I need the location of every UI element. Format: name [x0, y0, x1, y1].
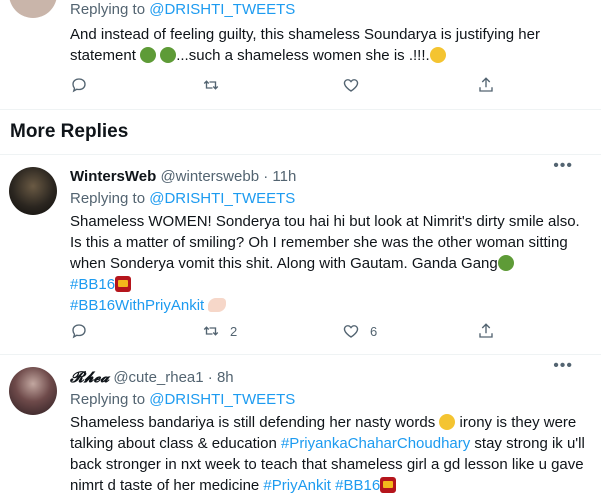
hashtag-link[interactable]: #PriyAnkit — [263, 477, 331, 494]
hashtag-link[interactable]: #BB16 — [335, 477, 380, 494]
like-button[interactable]: 6 — [342, 322, 377, 340]
retweet-icon — [203, 80, 219, 90]
display-name[interactable]: 𝓡𝓱𝓮𝓪 — [70, 368, 109, 386]
top-tweet[interactable]: Replying to @DRISHTI_TWEETS And instead … — [0, 0, 601, 110]
divider — [0, 109, 601, 110]
tweet-text: Shameless WOMEN! Sonderya tou hai hi but… — [70, 213, 580, 314]
bigg-boss-icon — [115, 276, 132, 292]
nauseated-face-icon — [140, 47, 157, 63]
replying-handle-link[interactable]: @DRISHTI_TWEETS — [149, 190, 295, 207]
heart-icon — [343, 325, 359, 338]
retweet-button[interactable] — [202, 76, 220, 94]
crying-face-icon — [439, 414, 456, 430]
hashtag-link[interactable]: #PriyankaChaharChoudhary — [281, 435, 470, 452]
retweet-icon — [203, 326, 219, 336]
avatar[interactable] — [9, 0, 57, 18]
tweet-header: 𝓡𝓱𝓮𝓪 @cute_rhea1 · 8h — [70, 368, 234, 386]
hashtag-link[interactable]: #BB16 — [70, 276, 115, 293]
replying-to: Replying to @DRISHTI_TWEETS — [70, 391, 296, 408]
retweet-button[interactable]: 2 — [202, 322, 237, 340]
tweet-text: And instead of feeling guilty, this sham… — [70, 26, 540, 64]
bigg-boss-icon — [380, 477, 397, 493]
avatar[interactable] — [9, 367, 57, 415]
avatar[interactable] — [9, 167, 57, 215]
tweet-header: WintersWeb @winterswebb · 11h — [70, 168, 297, 185]
user-handle[interactable]: @winterswebb — [160, 168, 259, 185]
replying-handle-link[interactable]: @DRISHTI_TWEETS — [149, 391, 295, 408]
replying-to: Replying to @DRISHTI_TWEETS — [70, 1, 296, 18]
reply-icon — [72, 324, 86, 339]
replying-handle-link[interactable]: @DRISHTI_TWEETS — [149, 1, 295, 18]
reply-tweet[interactable]: ••• 𝓡𝓱𝓮𝓪 @cute_rhea1 · 8h Replying to @D… — [0, 355, 601, 499]
reply-icon — [72, 78, 86, 93]
section-title: More Replies — [10, 121, 129, 142]
retweet-count: 2 — [230, 323, 238, 339]
heart-icon — [343, 79, 359, 92]
replying-to: Replying to @DRISHTI_TWEETS — [70, 190, 296, 207]
tweet-text: Shameless bandariya is still defending h… — [70, 414, 585, 494]
nauseated-face-icon — [497, 255, 514, 271]
share-icon — [479, 77, 493, 92]
nauseated-face-icon — [160, 47, 177, 63]
share-button[interactable] — [477, 76, 495, 94]
user-handle[interactable]: @cute_rhea1 — [113, 369, 203, 386]
reply-button[interactable] — [70, 322, 88, 340]
timestamp[interactable]: 8h — [217, 369, 234, 386]
share-icon — [479, 323, 493, 338]
reply-button[interactable] — [70, 76, 88, 94]
timestamp[interactable]: 11h — [272, 168, 296, 185]
expressionless-face-icon — [429, 47, 446, 63]
share-button[interactable] — [477, 322, 495, 340]
like-count: 6 — [370, 323, 378, 339]
hashtag-link[interactable]: #BB16WithPriyAnkit — [70, 297, 204, 314]
like-button[interactable] — [342, 76, 360, 94]
flexed-biceps-icon — [208, 298, 227, 312]
reply-tweet[interactable]: ••• WintersWeb @winterswebb · 11h Replyi… — [0, 155, 601, 353]
display-name[interactable]: WintersWeb — [70, 168, 156, 185]
